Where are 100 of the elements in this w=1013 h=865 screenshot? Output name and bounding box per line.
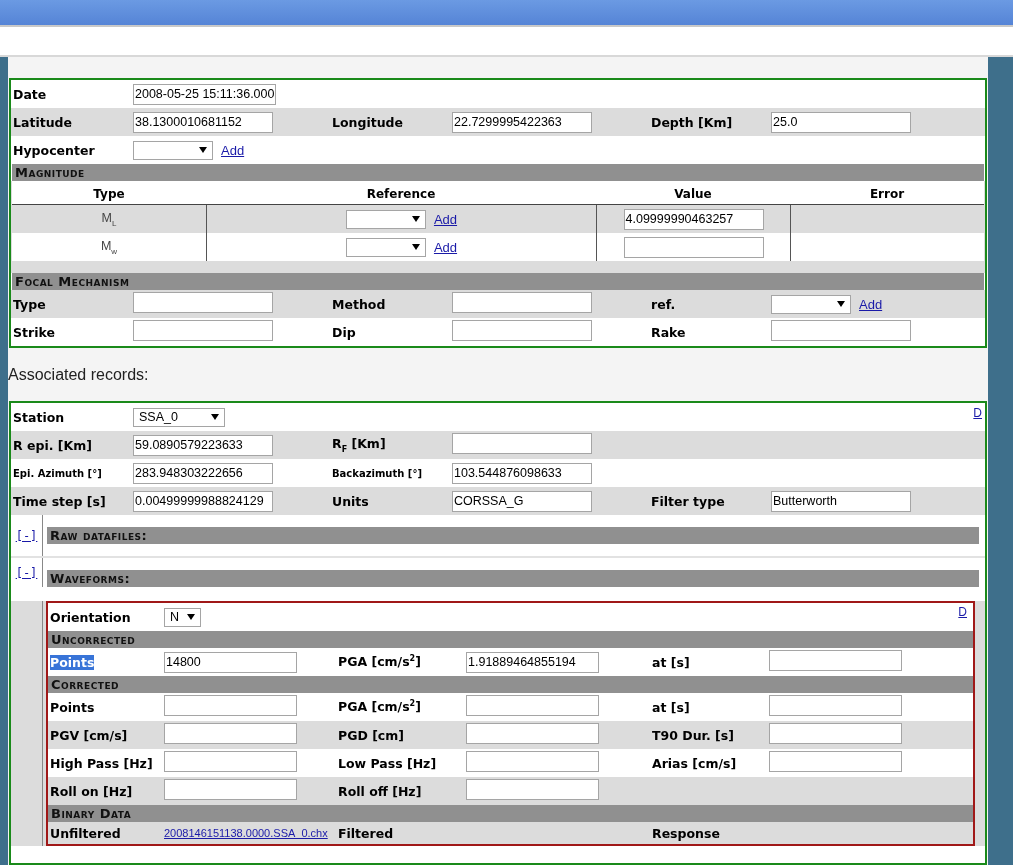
field-label: at [s] bbox=[652, 699, 690, 715]
field-label: Latitude bbox=[13, 114, 72, 130]
field-label: Units bbox=[332, 493, 369, 509]
section-title: Associated records: bbox=[8, 365, 149, 384]
field-label: PGD [cm] bbox=[338, 727, 404, 743]
caret-icon bbox=[411, 244, 420, 250]
dropdown[interactable] bbox=[345, 209, 426, 229]
field-label: Rake bbox=[651, 324, 686, 340]
collapse-link[interactable]: [-] bbox=[15, 565, 38, 580]
input-field[interactable] bbox=[452, 292, 592, 313]
input-field[interactable]: 4.09999990463257 bbox=[623, 208, 764, 230]
field-label: Filter type bbox=[651, 493, 725, 509]
input-field[interactable] bbox=[164, 779, 297, 800]
input-field[interactable] bbox=[133, 292, 273, 313]
input-field[interactable]: 1.91889464855194 bbox=[466, 651, 599, 673]
field-label: Points bbox=[50, 699, 95, 715]
magnitude-type: M$_{L}$ bbox=[101, 210, 117, 228]
section-heading: Waveforms: bbox=[47, 570, 979, 587]
section-heading: Raw datafiles: bbox=[47, 527, 979, 544]
field-label: Filtered bbox=[338, 825, 394, 841]
input-field[interactable]: CORSSA_G bbox=[452, 490, 592, 512]
field-label: Hypocenter bbox=[13, 142, 95, 158]
field-label: T90 Dur. [s] bbox=[652, 727, 734, 743]
input-field[interactable] bbox=[771, 320, 911, 341]
field-label: Strike bbox=[13, 324, 55, 340]
field-label: Unfiltered bbox=[50, 825, 121, 841]
add-link[interactable]: Add bbox=[433, 211, 458, 227]
field-label: PGV [cm/s] bbox=[50, 727, 128, 743]
input-field[interactable]: 103.544876098633 bbox=[452, 462, 592, 484]
field-label: Response bbox=[652, 825, 720, 841]
column-header: Value bbox=[674, 187, 712, 201]
input-field[interactable] bbox=[164, 695, 297, 716]
magnitude-type: M$_{w}$ bbox=[100, 238, 118, 256]
field-label: Roll off [Hz] bbox=[338, 783, 422, 799]
dropdown[interactable]: SSA_0 bbox=[133, 407, 225, 427]
caret-icon bbox=[411, 216, 420, 222]
input-field[interactable] bbox=[452, 320, 592, 341]
caret-icon bbox=[211, 414, 219, 420]
input-field[interactable] bbox=[769, 723, 902, 744]
dropdown[interactable] bbox=[345, 237, 426, 257]
add-link[interactable]: Add bbox=[433, 239, 458, 255]
add-link[interactable]: Add bbox=[859, 296, 883, 312]
input-field[interactable] bbox=[133, 320, 273, 341]
field-label: PGA [cm/s$^{2}$] bbox=[338, 654, 421, 670]
input-field[interactable]: 283.948303222656 bbox=[133, 462, 273, 484]
d-link[interactable]: D bbox=[973, 406, 982, 420]
input-field[interactable] bbox=[466, 695, 599, 716]
section-heading: Focal Mechanism bbox=[12, 273, 984, 290]
field-label: Arias [cm/s] bbox=[652, 755, 737, 771]
dropdown[interactable] bbox=[771, 294, 851, 314]
input-field[interactable]: 59.0890579223633 bbox=[133, 434, 273, 456]
input-field[interactable] bbox=[466, 751, 599, 772]
input-field[interactable] bbox=[769, 650, 902, 671]
caret-icon bbox=[187, 614, 196, 620]
input-field[interactable] bbox=[769, 751, 902, 772]
field-label: Type bbox=[13, 296, 46, 312]
input-field[interactable] bbox=[164, 723, 297, 744]
column-header: Error bbox=[869, 187, 905, 201]
input-field[interactable] bbox=[466, 723, 599, 744]
dropdown[interactable]: N bbox=[164, 607, 202, 627]
field-label: R$_{F}$ [Km] bbox=[332, 436, 386, 454]
field-label: Time step [s] bbox=[13, 493, 106, 509]
input-field[interactable]: 0.00499999988824129 bbox=[133, 490, 273, 512]
field-label: ref. bbox=[651, 296, 676, 312]
caret-icon bbox=[837, 301, 845, 307]
field-label: Station bbox=[13, 409, 65, 425]
file-link[interactable]: 2008146151138.0000.SSA_0.chx bbox=[164, 827, 328, 839]
field-label: at [s] bbox=[652, 654, 690, 670]
field-label: Low Pass [Hz] bbox=[338, 755, 437, 771]
section-heading: Uncorrected bbox=[48, 631, 973, 648]
input-field[interactable] bbox=[466, 779, 599, 800]
field-label: Date bbox=[13, 86, 47, 102]
input-field[interactable]: 2008-05-25 15:11:36.000 bbox=[133, 83, 277, 105]
caret-icon bbox=[199, 147, 207, 153]
field-label: R epi. [Km] bbox=[13, 437, 92, 453]
dropdown[interactable] bbox=[133, 140, 213, 160]
field-label: High Pass [Hz] bbox=[50, 755, 153, 771]
column-header: Reference bbox=[366, 187, 436, 201]
field-label: Longitude bbox=[332, 114, 403, 130]
input-field[interactable] bbox=[623, 236, 764, 258]
input-field[interactable]: 14800 bbox=[164, 651, 297, 673]
section-heading: Binary Data bbox=[48, 805, 973, 822]
field-label: Points bbox=[50, 654, 95, 670]
column-header: Type bbox=[93, 187, 125, 201]
field-label: Dip bbox=[332, 324, 356, 340]
field-label: PGA [cm/s$^{2}$] bbox=[338, 699, 421, 715]
input-field[interactable] bbox=[452, 433, 592, 454]
section-heading: Magnitude bbox=[12, 164, 984, 181]
input-field[interactable] bbox=[769, 695, 902, 716]
input-field[interactable]: 25.0 bbox=[771, 111, 911, 133]
field-label: Orientation bbox=[50, 609, 131, 625]
input-field[interactable]: Butterworth bbox=[771, 490, 911, 512]
input-field[interactable]: 22.7299995422363 bbox=[452, 111, 592, 133]
field-label: Depth [Km] bbox=[651, 114, 733, 130]
add-link[interactable]: Add bbox=[221, 142, 245, 158]
collapse-link[interactable]: [-] bbox=[15, 528, 38, 543]
field-label: Method bbox=[332, 296, 386, 312]
d-link[interactable]: D bbox=[958, 605, 967, 619]
input-field[interactable] bbox=[164, 751, 297, 772]
input-field[interactable]: 38.1300010681152 bbox=[133, 111, 273, 133]
